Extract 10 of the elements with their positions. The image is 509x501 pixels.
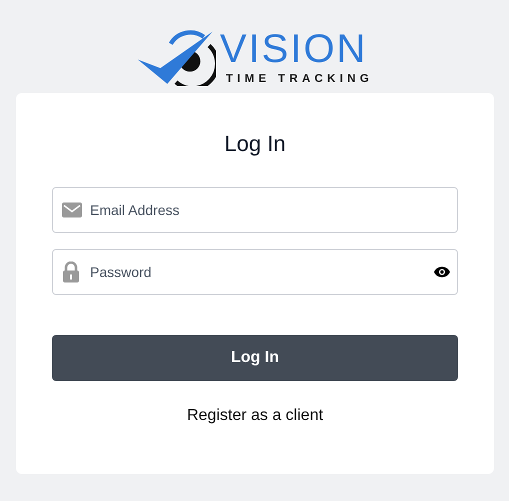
login-title: Log In bbox=[224, 131, 286, 157]
lock-icon bbox=[62, 262, 80, 282]
envelope-icon bbox=[62, 202, 82, 218]
logo-name: VISION bbox=[220, 26, 368, 70]
register-link[interactable]: Register as a client bbox=[186, 407, 324, 425]
logo-tagline: TIME TRACKING bbox=[226, 72, 374, 84]
login-button[interactable]: Log In bbox=[52, 335, 458, 381]
eye-icon[interactable] bbox=[434, 266, 450, 278]
password-field[interactable]: Password bbox=[52, 249, 458, 295]
email-field[interactable]: Email Address bbox=[52, 187, 458, 233]
